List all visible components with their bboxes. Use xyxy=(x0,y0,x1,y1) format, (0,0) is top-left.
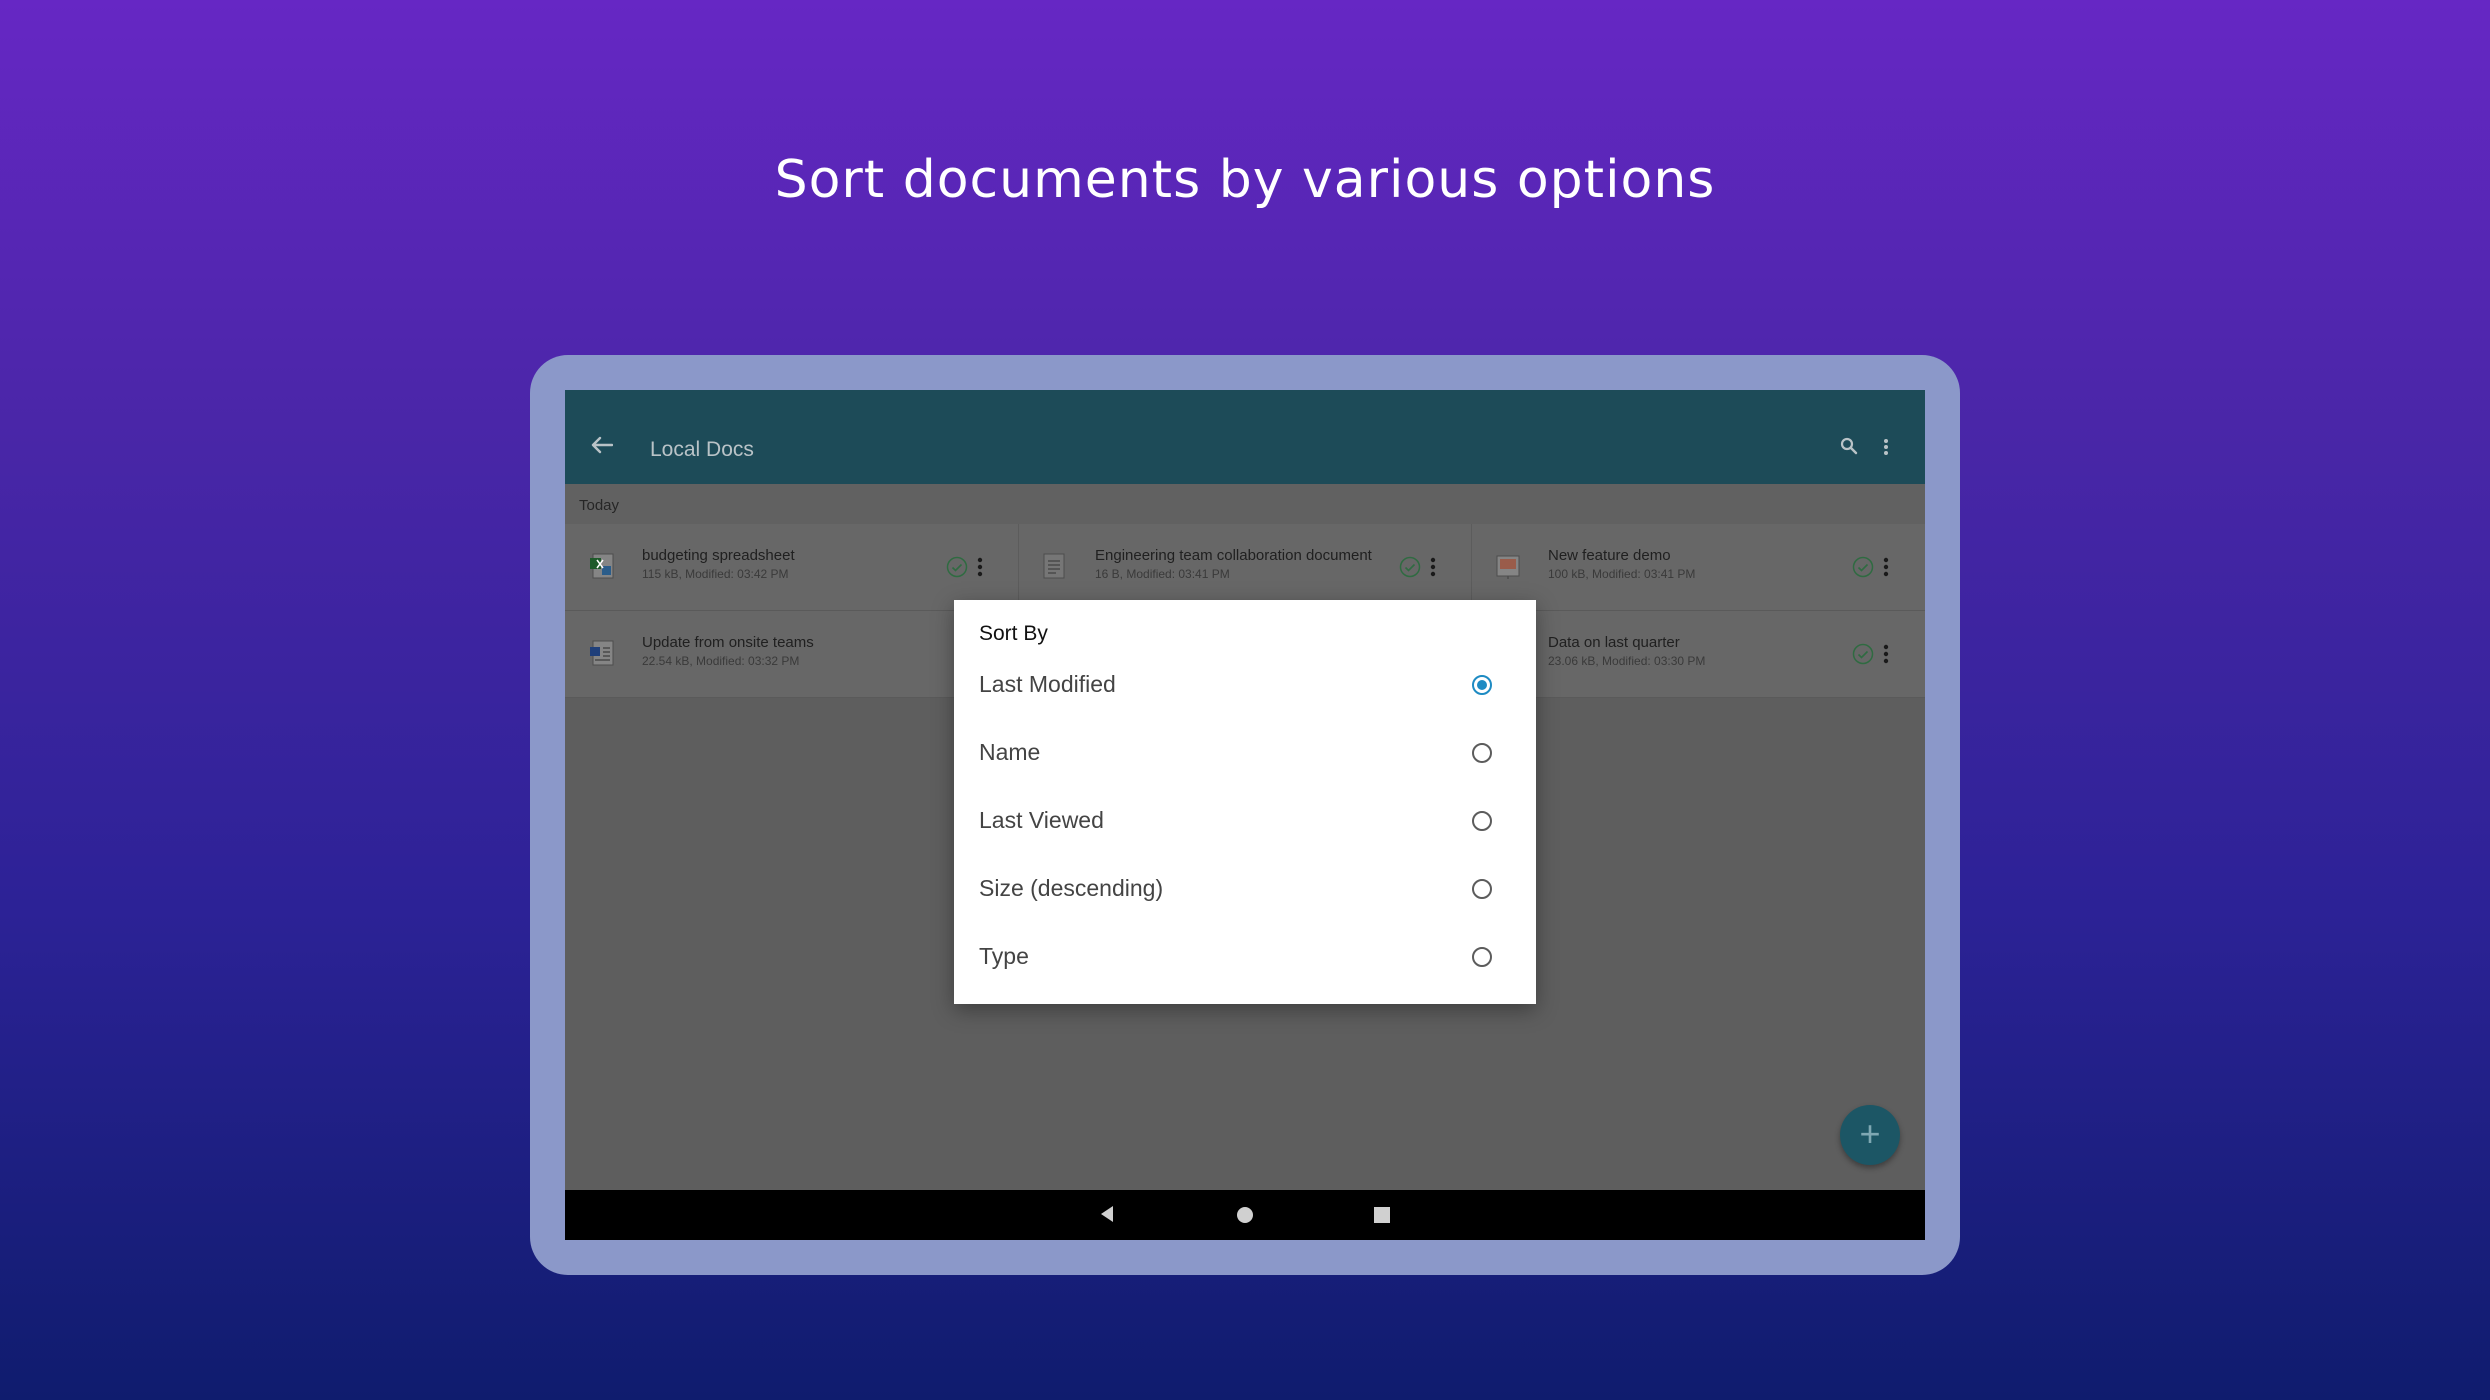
option-label: Last Modified xyxy=(979,671,1116,697)
file-menu-icon[interactable] xyxy=(977,556,983,583)
file-card-onsite-update[interactable]: Update from onsite teams 22.54 kB, Modif… xyxy=(565,611,1019,697)
sort-option-last-modified[interactable]: Last Modified xyxy=(954,651,1536,719)
app-bar: Local Docs xyxy=(565,390,1925,484)
file-menu-icon[interactable] xyxy=(1883,556,1889,583)
radio-selected-icon[interactable] xyxy=(1472,675,1492,695)
file-meta: 23.06 kB, Modified: 03:30 PM xyxy=(1548,654,1706,668)
file-row: budgeting spreadsheet 115 kB, Modified: … xyxy=(565,524,1925,611)
search-icon[interactable] xyxy=(1840,437,1858,460)
sort-option-type[interactable]: Type xyxy=(954,923,1536,991)
sort-option-name[interactable]: Name xyxy=(954,719,1536,787)
nav-recents-icon[interactable] xyxy=(1372,1203,1392,1230)
radio-unselected-icon[interactable] xyxy=(1472,947,1492,967)
file-menu-icon[interactable] xyxy=(1430,556,1436,583)
radio-unselected-icon[interactable] xyxy=(1472,879,1492,899)
option-label: Name xyxy=(979,739,1041,765)
system-nav-bar xyxy=(565,1190,1925,1240)
file-name: Update from onsite teams xyxy=(642,634,814,651)
dialog-title: Sort By xyxy=(979,622,1048,645)
spreadsheet-icon xyxy=(589,552,614,580)
overflow-menu-icon[interactable] xyxy=(1883,438,1889,461)
file-name: Engineering team collaboration document xyxy=(1095,547,1372,564)
sort-by-dialog: Sort By Last Modified Name Last Viewed S… xyxy=(954,600,1536,1004)
headline: Sort documents by various options xyxy=(774,150,1716,210)
radio-unselected-icon[interactable] xyxy=(1472,743,1492,763)
sync-check-icon xyxy=(1852,556,1874,583)
file-meta: 22.54 kB, Modified: 03:32 PM xyxy=(642,654,800,668)
file-name: Data on last quarter xyxy=(1548,634,1680,651)
file-name: budgeting spreadsheet xyxy=(642,547,795,564)
radio-unselected-icon[interactable] xyxy=(1472,811,1492,831)
plus-icon: + xyxy=(1859,1113,1881,1154)
device-screen: Local Docs Today budgeting spreadsheet 1… xyxy=(565,390,1925,1240)
option-label: Type xyxy=(979,943,1029,969)
sync-check-icon xyxy=(1399,556,1421,583)
sort-option-size[interactable]: Size (descending) xyxy=(954,855,1536,923)
file-meta: 16 B, Modified: 03:41 PM xyxy=(1095,567,1230,581)
sync-check-icon xyxy=(1852,643,1874,670)
file-menu-icon[interactable] xyxy=(1883,643,1889,670)
nav-back-icon[interactable] xyxy=(1097,1203,1117,1230)
back-arrow-icon[interactable] xyxy=(591,436,614,459)
sort-option-last-viewed[interactable]: Last Viewed xyxy=(954,787,1536,855)
file-meta: 115 kB, Modified: 03:42 PM xyxy=(642,567,789,581)
section-header-today: Today xyxy=(565,484,1925,524)
add-document-button[interactable]: + xyxy=(1840,1105,1900,1165)
file-card-engineering[interactable]: Engineering team collaboration document … xyxy=(1018,524,1472,610)
file-card-last-quarter[interactable]: Data on last quarter 23.06 kB, Modified:… xyxy=(1471,611,1924,697)
section-label: Today xyxy=(579,497,620,514)
option-label: Last Viewed xyxy=(979,807,1104,833)
nav-home-icon[interactable] xyxy=(1235,1203,1255,1230)
file-name: New feature demo xyxy=(1548,547,1671,564)
page-title: Local Docs xyxy=(650,438,754,461)
text-document-icon xyxy=(1042,552,1066,580)
presentation-icon xyxy=(1495,552,1520,580)
file-card-feature-demo[interactable]: New feature demo 100 kB, Modified: 03:41… xyxy=(1471,524,1924,610)
file-card-budgeting[interactable]: budgeting spreadsheet 115 kB, Modified: … xyxy=(565,524,1019,610)
option-label: Size (descending) xyxy=(979,875,1164,901)
word-document-icon xyxy=(589,639,614,667)
file-meta: 100 kB, Modified: 03:41 PM xyxy=(1548,567,1696,581)
sync-check-icon xyxy=(946,556,968,583)
